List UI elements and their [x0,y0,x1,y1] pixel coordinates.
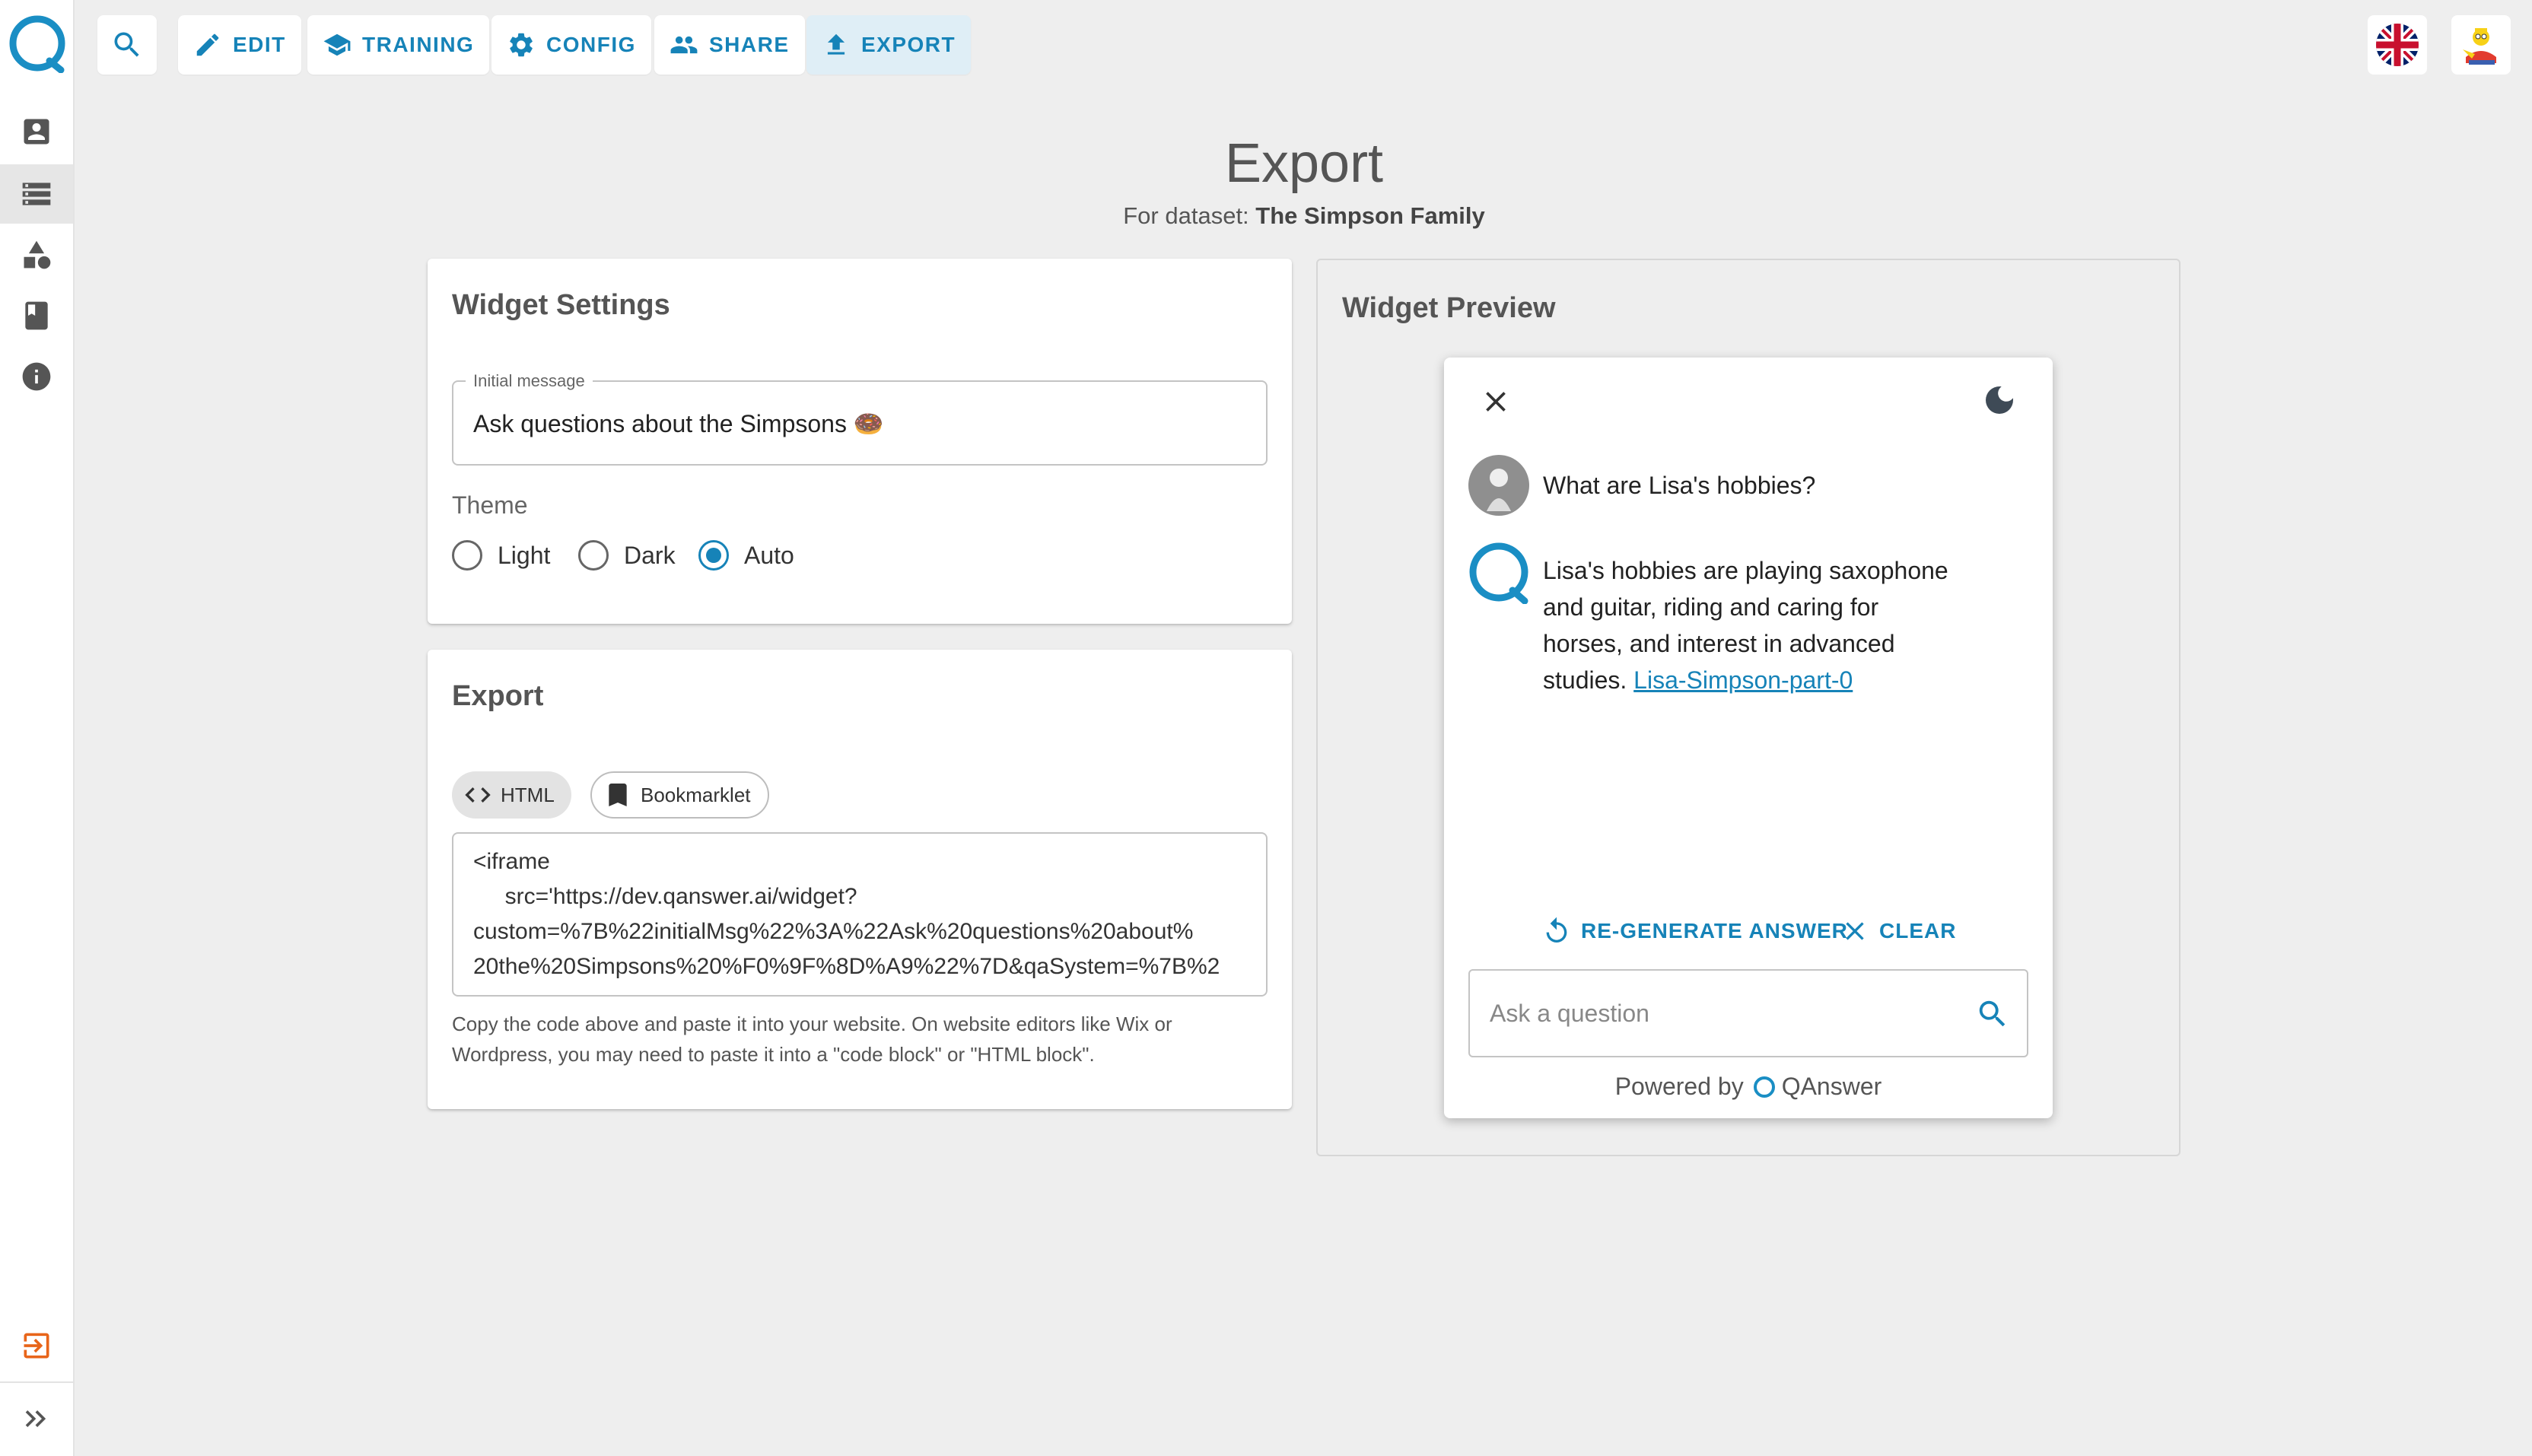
search-icon [114,32,139,57]
logout-icon [24,1333,49,1359]
widget-preview-title: Widget Preview [1342,292,1556,324]
answer-line: horses, and interest in advanced [1543,630,1895,657]
export-card-title: Export [452,680,544,712]
training-label: TRAINING [362,33,475,56]
theme-radio-light[interactable]: Light [452,540,550,571]
code-line: custom=%7B%22initialMsg%22%3A%22Ask%20qu… [473,919,1194,944]
user-question: What are Lisa's hobbies? [1543,472,1816,499]
tab-html-label: HTML [501,783,555,806]
uk-flag-icon [2376,24,2419,66]
powered-by: Powered by QAnswer [1444,1073,2053,1101]
chat-widget: What are Lisa's hobbies? Lisa's hobbies … [1444,358,2053,1118]
tab-bookmarklet-label: Bookmarklet [641,783,751,806]
answer-line: Lisa's hobbies are playing saxophone [1543,557,1948,584]
shapes-icon [24,240,51,269]
sidebar-item-docs[interactable] [0,286,73,345]
sidebar-divider [0,1381,73,1383]
avatar-icon [2463,28,2496,65]
sidebar-item-category[interactable] [0,225,73,285]
double-chevron-right-icon [25,1410,46,1427]
logout-button[interactable] [0,1316,73,1375]
export-label: EXPORT [861,33,956,56]
code-line: 20the%20Simpsons%20%F0%9F%8D%A9%22%7D&qa… [473,954,1220,979]
expand-sidebar-button[interactable] [0,1389,73,1448]
answer-line: and guitar, riding and caring for [1543,593,1879,621]
code-line: src='https://dev.qanswer.ai/widget? [473,884,857,909]
page-subtitle: For dataset: The Simpson Family [0,202,2532,230]
bot-answer: Lisa's hobbies are playing saxophone and… [1543,552,1948,698]
book-icon [25,301,48,330]
source-link[interactable]: Lisa-Simpson-part-0 [1633,666,1853,694]
radio-light-label: Light [498,541,551,569]
powered-by-label: Powered by [1614,1073,1744,1100]
qanswer-small-logo [1753,1076,1775,1098]
share-label: SHARE [709,33,790,56]
initial-message-label: Initial message [466,371,593,391]
user-avatar-button[interactable] [2451,15,2511,75]
regenerate-label: RE-GENERATE ANSWER [1581,919,1848,943]
config-label: CONFIG [546,33,636,56]
pencil-icon [196,33,219,56]
share-button[interactable]: SHARE [654,15,805,75]
export-button[interactable]: EXPORT [806,15,972,75]
regenerate-answer-button[interactable]: RE-GENERATE ANSWER [1541,916,1848,946]
page-title: Export [1224,133,1384,194]
helper-line: Copy the code above and paste it into yo… [452,1013,1172,1035]
widget-preview-card: Widget Preview What are Lisa's hobbies? … [1316,259,2181,1156]
edit-label: EDIT [233,33,286,56]
theme-radio-dark[interactable]: Dark [578,540,676,571]
clear-button[interactable]: CLEAR [1840,916,1956,946]
code-icon [465,787,491,803]
search-button[interactable] [97,15,157,75]
dataset-prefix: For dataset: [1123,202,1249,229]
qanswer-logo[interactable] [8,14,67,73]
user-avatar [1468,455,1529,516]
initial-message-field[interactable]: Initial message Ask questions about the … [452,371,1268,466]
ask-question-placeholder: Ask a question [1490,1000,1649,1027]
clear-icon [1846,922,1864,940]
upload-icon [827,33,845,55]
close-icon[interactable] [1479,385,1513,418]
widget-settings-title: Widget Settings [452,289,670,321]
dataset-name: The Simpson Family [1255,202,1485,229]
training-button[interactable]: TRAINING [307,15,490,75]
bookmark-icon [609,784,627,806]
export-card: Export HTML Bookmarklet <iframe src='htt… [428,650,1292,1109]
language-button[interactable] [2368,15,2427,75]
radio-light-circle[interactable] [452,540,482,571]
answer-line: studies. Lisa-Simpson-part-0 [1543,662,1948,698]
tab-bookmarklet[interactable]: Bookmarklet [590,771,769,819]
tab-html[interactable]: HTML [452,771,571,819]
code-line: <iframe [473,849,550,874]
widget-settings-card: Widget Settings Initial message Ask ques… [428,259,1292,624]
radio-dark-label: Dark [624,541,676,569]
refresh-icon [1546,917,1567,943]
radio-dark-circle[interactable] [578,540,609,571]
sidebar-item-info[interactable] [0,347,73,406]
export-helper-text: Copy the code above and paste it into yo… [452,1009,1258,1070]
brand-name: QAnswer [1781,1073,1882,1100]
embed-code-textarea[interactable]: <iframe src='https://dev.qanswer.ai/widg… [452,832,1268,997]
people-icon [670,36,698,54]
bot-avatar [1469,542,1528,604]
search-icon[interactable] [1975,997,2010,1032]
radio-auto-label: Auto [744,541,794,569]
theme-radio-auto[interactable]: Auto [698,540,794,571]
answer-last-prefix: studies. [1543,666,1627,694]
school-icon [323,33,351,56]
initial-message-value: Ask questions about the Simpsons 🍩 [473,410,884,437]
theme-label: Theme [452,491,528,519]
dark-mode-icon[interactable] [1981,382,2018,418]
helper-line: Wordpress, you may need to paste it into… [452,1043,1095,1066]
gear-icon [510,33,533,57]
config-button[interactable]: CONFIG [491,15,651,75]
clear-label: CLEAR [1879,919,1957,943]
info-icon [22,362,51,391]
ask-question-input[interactable]: Ask a question [1468,969,2028,1057]
edit-button[interactable]: EDIT [178,15,301,75]
radio-auto-circle[interactable] [698,540,729,571]
